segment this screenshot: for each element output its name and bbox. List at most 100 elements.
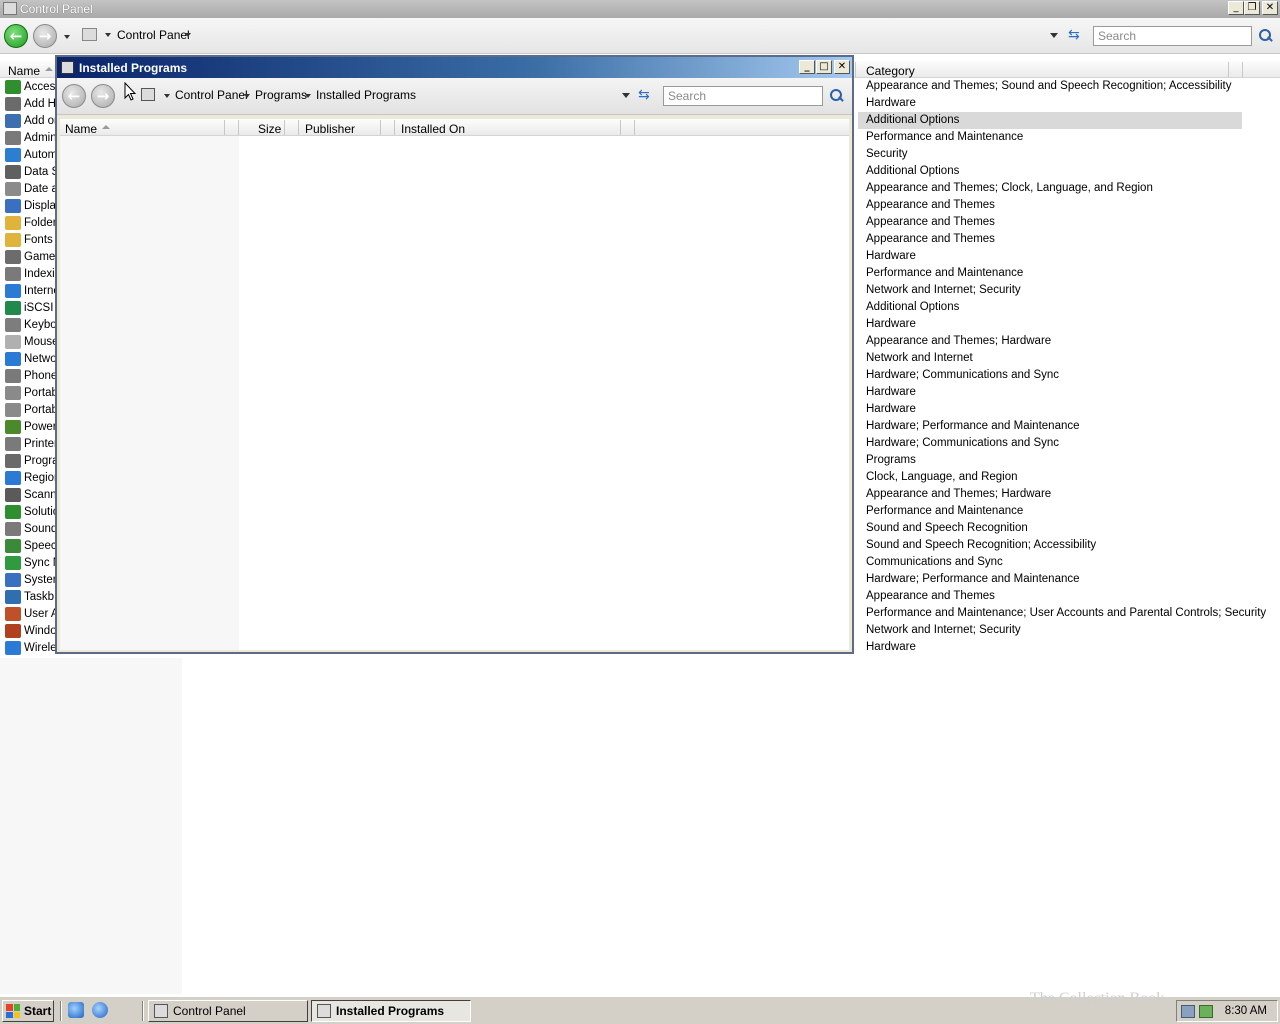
category-cell[interactable]: Hardware; Performance and Maintenance	[858, 418, 1242, 435]
list-item[interactable]: Folder	[0, 214, 58, 231]
list-item[interactable]: Progra	[0, 452, 58, 469]
list-item[interactable]: Date a	[0, 180, 58, 197]
restore-button[interactable]: ❐	[1244, 1, 1260, 15]
refresh-icon[interactable]: ⇆	[638, 87, 654, 103]
start-button[interactable]: Start	[2, 1000, 54, 1022]
forward-button[interactable]: →	[91, 84, 115, 108]
category-cell[interactable]: Programs	[858, 452, 1242, 469]
maximize-button[interactable]: □	[816, 60, 832, 74]
list-item[interactable]: Autom	[0, 146, 58, 163]
category-cell[interactable]: Hardware	[858, 401, 1242, 418]
list-item[interactable]: Windo	[0, 622, 58, 639]
list-item[interactable]: User A	[0, 605, 58, 622]
category-cell[interactable]: Hardware	[858, 316, 1242, 333]
search-input[interactable]: Search	[1093, 26, 1252, 46]
column-header-installed-on[interactable]: Installed On	[401, 122, 465, 136]
list-item[interactable]: Speec	[0, 537, 58, 554]
column-divider[interactable]	[855, 62, 856, 77]
list-item[interactable]: Scann	[0, 486, 58, 503]
category-cell[interactable]: Additional Options	[858, 163, 1242, 180]
refresh-icon[interactable]: ⇆	[1068, 27, 1084, 43]
list-item[interactable]: Fonts	[0, 231, 58, 248]
address-history-dropdown[interactable]	[622, 93, 630, 98]
list-item[interactable]: Add H	[0, 95, 58, 112]
category-cell[interactable]: Hardware; Performance and Maintenance	[858, 571, 1242, 588]
list-item[interactable]: Admin	[0, 129, 58, 146]
column-divider[interactable]	[224, 120, 225, 135]
list-item[interactable]: Keybo	[0, 316, 58, 333]
category-cell[interactable]: Performance and Maintenance	[858, 265, 1242, 282]
internet-explorer-icon[interactable]	[92, 1002, 108, 1018]
category-cell[interactable]: Security	[858, 146, 1242, 163]
list-item[interactable]: Solutio	[0, 503, 58, 520]
category-cell[interactable]: Network and Internet	[858, 350, 1242, 367]
location-dropdown[interactable]	[164, 94, 170, 98]
column-divider[interactable]	[238, 120, 239, 135]
category-cell[interactable]: Additional Options	[858, 112, 1242, 129]
list-item[interactable]: Netwo	[0, 350, 58, 367]
column-divider[interactable]	[298, 120, 299, 135]
installed-programs-titlebar[interactable]: Installed Programs _ □ ✕	[57, 57, 852, 78]
column-header-category[interactable]: Category	[866, 64, 915, 78]
list-item[interactable]: Wirele	[0, 639, 58, 656]
list-item[interactable]: Sound	[0, 520, 58, 537]
column-divider[interactable]	[620, 120, 621, 135]
category-cell[interactable]: Appearance and Themes; Hardware	[858, 333, 1242, 350]
category-cell[interactable]: Performance and Maintenance	[858, 129, 1242, 146]
category-cell[interactable]: Appearance and Themes	[858, 231, 1242, 248]
category-cell[interactable]: Hardware	[858, 639, 1242, 656]
list-item[interactable]: Portab	[0, 384, 58, 401]
back-button[interactable]: ←	[62, 84, 86, 108]
list-item[interactable]: Indexi	[0, 265, 58, 282]
list-item[interactable]: Taskb	[0, 588, 58, 605]
breadcrumb-dropdown[interactable]	[244, 94, 250, 98]
list-item[interactable]: Syster	[0, 571, 58, 588]
location-dropdown[interactable]	[105, 33, 111, 37]
category-cell[interactable]: Appearance and Themes; Clock, Language, …	[858, 180, 1242, 197]
address-history-dropdown[interactable]	[1050, 33, 1058, 38]
category-cell[interactable]: Additional Options	[858, 299, 1242, 316]
category-cell[interactable]: Clock, Language, and Region	[858, 469, 1242, 486]
column-header-name[interactable]: Name	[8, 64, 40, 78]
column-header-publisher[interactable]: Publisher	[305, 122, 355, 136]
list-item[interactable]: Acces	[0, 78, 58, 95]
category-cell[interactable]: Appearance and Themes	[858, 197, 1242, 214]
list-item[interactable]: Interne	[0, 282, 58, 299]
category-cell[interactable]: Appearance and Themes	[858, 214, 1242, 231]
list-item[interactable]: Data S	[0, 163, 58, 180]
list-item[interactable]: Mouse	[0, 333, 58, 350]
breadcrumb-control-panel[interactable]: Control Panel	[175, 88, 248, 102]
close-button[interactable]: ✕	[1262, 1, 1278, 15]
taskbar-button-control-panel[interactable]: Control Panel	[148, 1000, 308, 1022]
category-cell[interactable]: Communications and Sync	[858, 554, 1242, 571]
breadcrumb-control-panel[interactable]: Control Panel	[117, 28, 190, 42]
search-icon[interactable]	[1259, 29, 1273, 43]
category-cell[interactable]: Network and Internet; Security	[858, 622, 1242, 639]
category-cell[interactable]: Sound and Speech Recognition	[858, 520, 1242, 537]
control-panel-titlebar[interactable]: Control Panel _ ❐ ✕	[0, 0, 1280, 18]
list-item[interactable]: Sync N	[0, 554, 58, 571]
breadcrumb-dropdown[interactable]	[305, 94, 311, 98]
category-cell[interactable]: Sound and Speech Recognition; Accessibil…	[858, 537, 1242, 554]
category-cell[interactable]: Hardware; Communications and Sync	[858, 435, 1242, 452]
taskbar-button-installed-programs[interactable]: Installed Programs	[311, 1000, 471, 1022]
breadcrumb-programs[interactable]: Programs	[255, 88, 307, 102]
list-item[interactable]: Add or	[0, 112, 58, 129]
show-desktop-icon[interactable]	[68, 1002, 84, 1018]
column-header-size[interactable]: Size	[258, 122, 281, 136]
category-cell[interactable]: Network and Internet; Security	[858, 282, 1242, 299]
security-center-icon[interactable]	[1199, 1005, 1213, 1018]
toolbar-grip[interactable]	[142, 1001, 144, 1021]
breadcrumb-dropdown[interactable]	[185, 33, 191, 37]
list-item[interactable]: Phone	[0, 367, 58, 384]
clock[interactable]: 8:30 AM	[1225, 1005, 1267, 1017]
list-item[interactable]: Region	[0, 469, 58, 486]
category-cell[interactable]: Appearance and Themes; Hardware	[858, 486, 1242, 503]
column-divider[interactable]	[394, 120, 395, 135]
toolbar-grip[interactable]	[60, 1001, 62, 1021]
category-cell[interactable]: Appearance and Themes	[858, 588, 1242, 605]
column-header-name[interactable]: Name	[65, 122, 97, 136]
category-cell[interactable]: Hardware	[858, 95, 1242, 112]
column-divider[interactable]	[1242, 62, 1243, 77]
recent-pages-dropdown[interactable]	[64, 35, 70, 39]
